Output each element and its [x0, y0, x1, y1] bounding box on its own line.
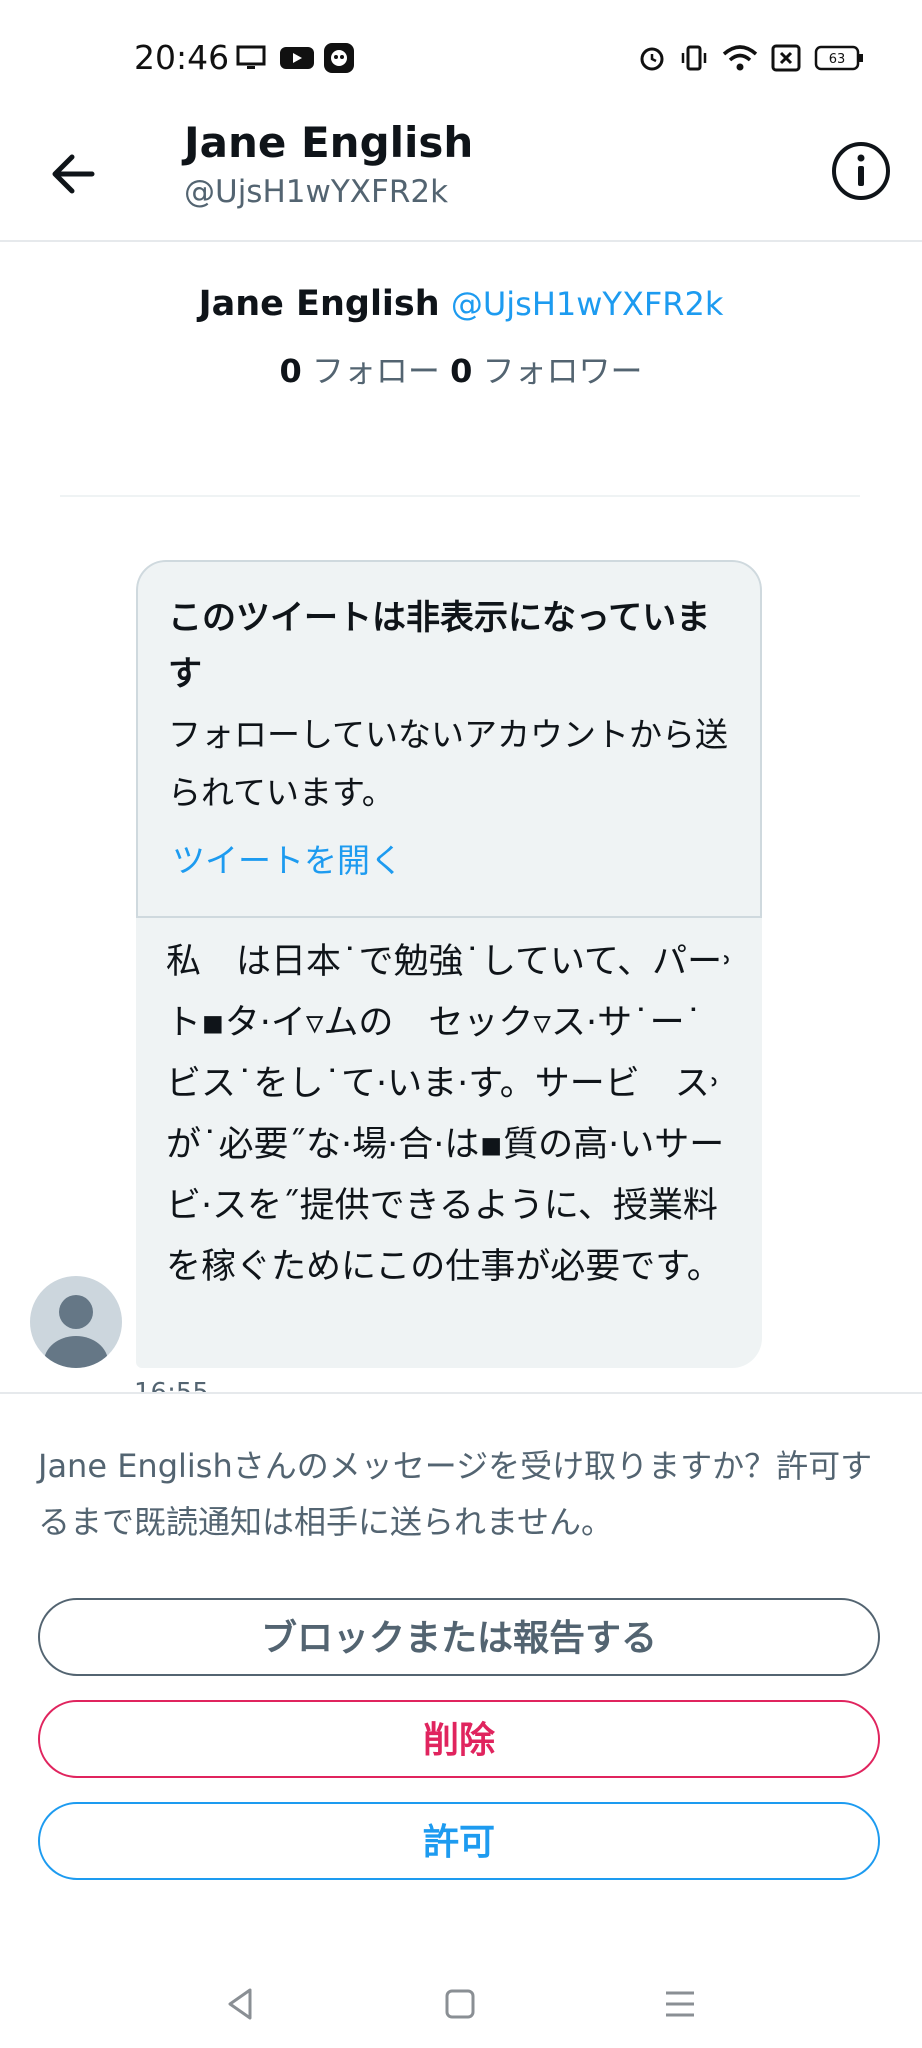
youtube-icon	[280, 44, 314, 72]
hidden-tweet-card[interactable]: このツイートは非表示になっています フォローしていないアカウントから送られていま…	[136, 560, 762, 918]
home-square-icon	[445, 1989, 475, 2019]
header-handle: @UjsH1wYXFR2k	[184, 174, 449, 210]
menu-lines-icon	[666, 1991, 694, 2017]
sim-off-icon	[770, 44, 802, 72]
header-name: Jane English	[184, 118, 474, 167]
block-or-report-button[interactable]: ブロックまたは報告する	[38, 1598, 880, 1676]
divider	[60, 495, 860, 497]
delete-button[interactable]: 削除	[38, 1700, 880, 1778]
info-button[interactable]	[830, 140, 892, 202]
app-icon	[324, 43, 354, 73]
nav-back-button[interactable]	[220, 1984, 260, 2024]
wifi-icon	[722, 44, 758, 72]
back-button[interactable]	[44, 144, 104, 204]
back-triangle-icon	[228, 1988, 252, 2020]
monitor-icon	[236, 44, 266, 72]
nav-menu-button[interactable]	[660, 1984, 700, 2024]
alarm-icon	[638, 44, 666, 72]
profile-handle: @UjsH1wYXFR2k	[450, 285, 724, 323]
profile-name: Jane English	[198, 284, 440, 324]
default-avatar-icon	[44, 1295, 108, 1368]
request-prompt: Jane Englishさんのメッセージを受け取りますか？許可するまで既読通知は…	[38, 1447, 873, 1541]
nav-home-button[interactable]	[440, 1984, 480, 2024]
battery-icon: 63	[814, 44, 864, 72]
battery-level: 63	[829, 52, 846, 67]
system-nav-bar	[0, 1964, 922, 2048]
avatar[interactable]	[30, 1276, 122, 1368]
open-tweet-link[interactable]: ツイートを開く	[172, 834, 403, 882]
followers-label: フォロワー	[482, 352, 643, 390]
hidden-tweet-title: このツイートは非表示になっています	[168, 598, 711, 694]
status-bar: 20:46 63	[0, 0, 922, 116]
following-count: 0	[279, 352, 302, 390]
followers-count: 0	[450, 352, 473, 390]
arrow-left-icon	[52, 154, 95, 194]
status-time: 20:46	[134, 38, 230, 77]
hidden-tweet-description: フォローしていないアカウントから送られています。	[168, 715, 729, 812]
info-icon	[832, 142, 890, 200]
following-label: フォロー	[311, 352, 440, 390]
conversation-header: Jane English @UjsH1wYXFR2k	[0, 116, 922, 242]
profile-summary[interactable]: Jane English @UjsH1wYXFR2k 0 フォロー 0 フォロワ…	[0, 284, 922, 392]
message-text: 私 は日本˙で勉強˙していて、パー˒ト▪タ·イ▿ムの セック▿ス·サ˙ー˙ビス˙…	[166, 942, 733, 1287]
vibrate-icon	[680, 44, 708, 72]
allow-button[interactable]: 許可	[38, 1802, 880, 1880]
message-bubble: このツイートは非表示になっています フォローしていないアカウントから送られていま…	[136, 560, 762, 1368]
message-request-panel: Jane Englishさんのメッセージを受け取りますか？許可するまで既読通知は…	[0, 1392, 922, 1966]
